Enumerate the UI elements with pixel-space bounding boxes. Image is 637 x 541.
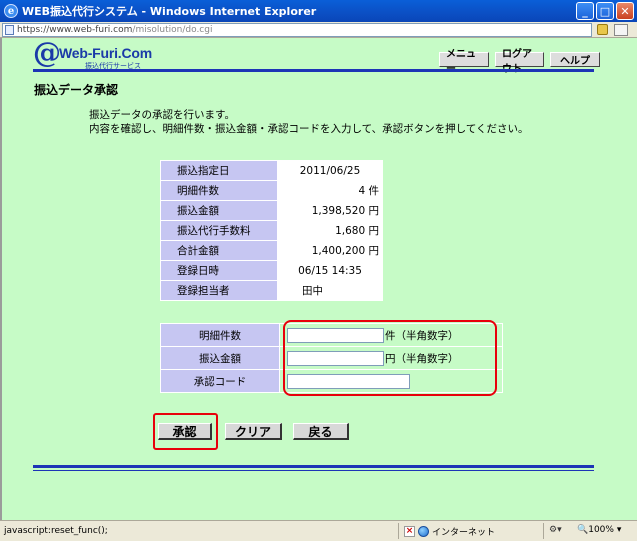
summary-value: 06/15 14:35 xyxy=(278,261,382,280)
zoom-value: 100% xyxy=(588,525,614,535)
menu-button[interactable]: メニュー xyxy=(439,49,489,75)
summary-label: 登録日時 xyxy=(161,261,277,280)
logo-at: @ xyxy=(33,36,61,69)
minimize-button[interactable]: _ xyxy=(576,2,594,20)
description-line-2: 内容を確認し、明細件数・振込金額・承認コードを入力して、承認ボタンを押してくださ… xyxy=(89,123,529,135)
help-button[interactable]: ヘルプ xyxy=(550,52,600,67)
table-row: 登録担当者 田中 xyxy=(161,281,382,300)
url-rest: /misolution/do.cgi xyxy=(132,25,213,35)
summary-value: 1,400,200 円 xyxy=(278,241,382,260)
status-separator xyxy=(543,523,544,539)
zoom-level[interactable]: 🔍100% ▾ xyxy=(577,525,621,535)
summary-value: 4 件 xyxy=(278,181,382,200)
refresh-icon[interactable] xyxy=(614,24,628,36)
ie-icon: e xyxy=(4,4,18,18)
footer-divider-thin xyxy=(33,470,594,471)
summary-label: 合計金額 xyxy=(161,241,277,260)
table-row: 振込指定日 2011/06/25 xyxy=(161,161,382,180)
table-row: 合計金額 1,400,200 円 xyxy=(161,241,382,260)
summary-label: 振込金額 xyxy=(161,201,277,220)
lock-icon[interactable] xyxy=(597,24,608,35)
approve-highlight xyxy=(153,413,218,450)
status-text: javascript:reset_func(); xyxy=(4,526,108,536)
inputs-highlight xyxy=(283,320,497,396)
page-content: @ Web-Furi.Com 振込代行サービス メニュー ログアウト ヘルプ 振… xyxy=(0,38,637,520)
zone-label: インターネット xyxy=(432,528,496,538)
address-bar: https://www.web-furi.com/misolution/do.c… xyxy=(0,22,637,38)
count-label: 明細件数 xyxy=(161,324,279,346)
table-row: 明細件数 4 件 xyxy=(161,181,382,200)
globe-icon xyxy=(418,526,429,537)
security-zone[interactable]: × インターネット xyxy=(404,525,495,538)
logout-button[interactable]: ログアウト xyxy=(495,49,544,75)
summary-label: 振込代行手数料 xyxy=(161,221,277,240)
close-button[interactable]: ✕ xyxy=(616,2,634,20)
window-title: WEB振込代行システム - Windows Internet Explorer xyxy=(22,5,317,18)
summary-value: 1,398,520 円 xyxy=(278,201,382,220)
status-separator xyxy=(398,523,399,539)
summary-table: 振込指定日 2011/06/25 明細件数 4 件 振込金額 1,398,520… xyxy=(160,160,383,301)
header-divider xyxy=(33,69,594,72)
header-nav: メニュー ログアウト ヘルプ xyxy=(439,49,600,75)
page-description: 振込データの承認を行います。 内容を確認し、明細件数・振込金額・承認コードを入力… xyxy=(89,108,529,136)
page-icon xyxy=(5,25,14,35)
url-prefix: https://www.web-furi.com xyxy=(17,25,133,35)
table-row: 振込金額 1,398,520 円 xyxy=(161,201,382,220)
maximize-button[interactable]: □ xyxy=(596,2,614,20)
logo-name: Web-Furi.Com xyxy=(59,45,153,61)
page-title: 振込データ承認 xyxy=(34,83,119,97)
window-titlebar: e WEB振込代行システム - Windows Internet Explore… xyxy=(0,0,637,22)
summary-label: 明細件数 xyxy=(161,181,277,200)
description-line-1: 振込データの承認を行います。 xyxy=(89,109,235,121)
table-row: 振込代行手数料 1,680 円 xyxy=(161,221,382,240)
summary-value: 2011/06/25 xyxy=(278,161,382,180)
code-label: 承認コード xyxy=(161,370,279,392)
footer-divider xyxy=(33,465,594,468)
tools-icon[interactable]: ⚙▾ xyxy=(549,525,562,535)
summary-label: 振込指定日 xyxy=(161,161,277,180)
clear-button[interactable]: クリア xyxy=(225,423,282,440)
summary-value: 1,680 円 xyxy=(278,221,382,240)
status-bar: javascript:reset_func(); × インターネット ⚙▾ 🔍1… xyxy=(0,520,637,541)
table-row: 登録日時 06/15 14:35 xyxy=(161,261,382,280)
amount-label: 振込金額 xyxy=(161,347,279,369)
summary-label: 登録担当者 xyxy=(161,281,277,300)
back-button[interactable]: 戻る xyxy=(293,423,349,440)
protected-mode-icon: × xyxy=(404,526,415,537)
address-input[interactable]: https://www.web-furi.com/misolution/do.c… xyxy=(2,23,592,37)
window-controls: _ □ ✕ xyxy=(576,2,634,20)
summary-value: 田中 xyxy=(278,281,382,300)
